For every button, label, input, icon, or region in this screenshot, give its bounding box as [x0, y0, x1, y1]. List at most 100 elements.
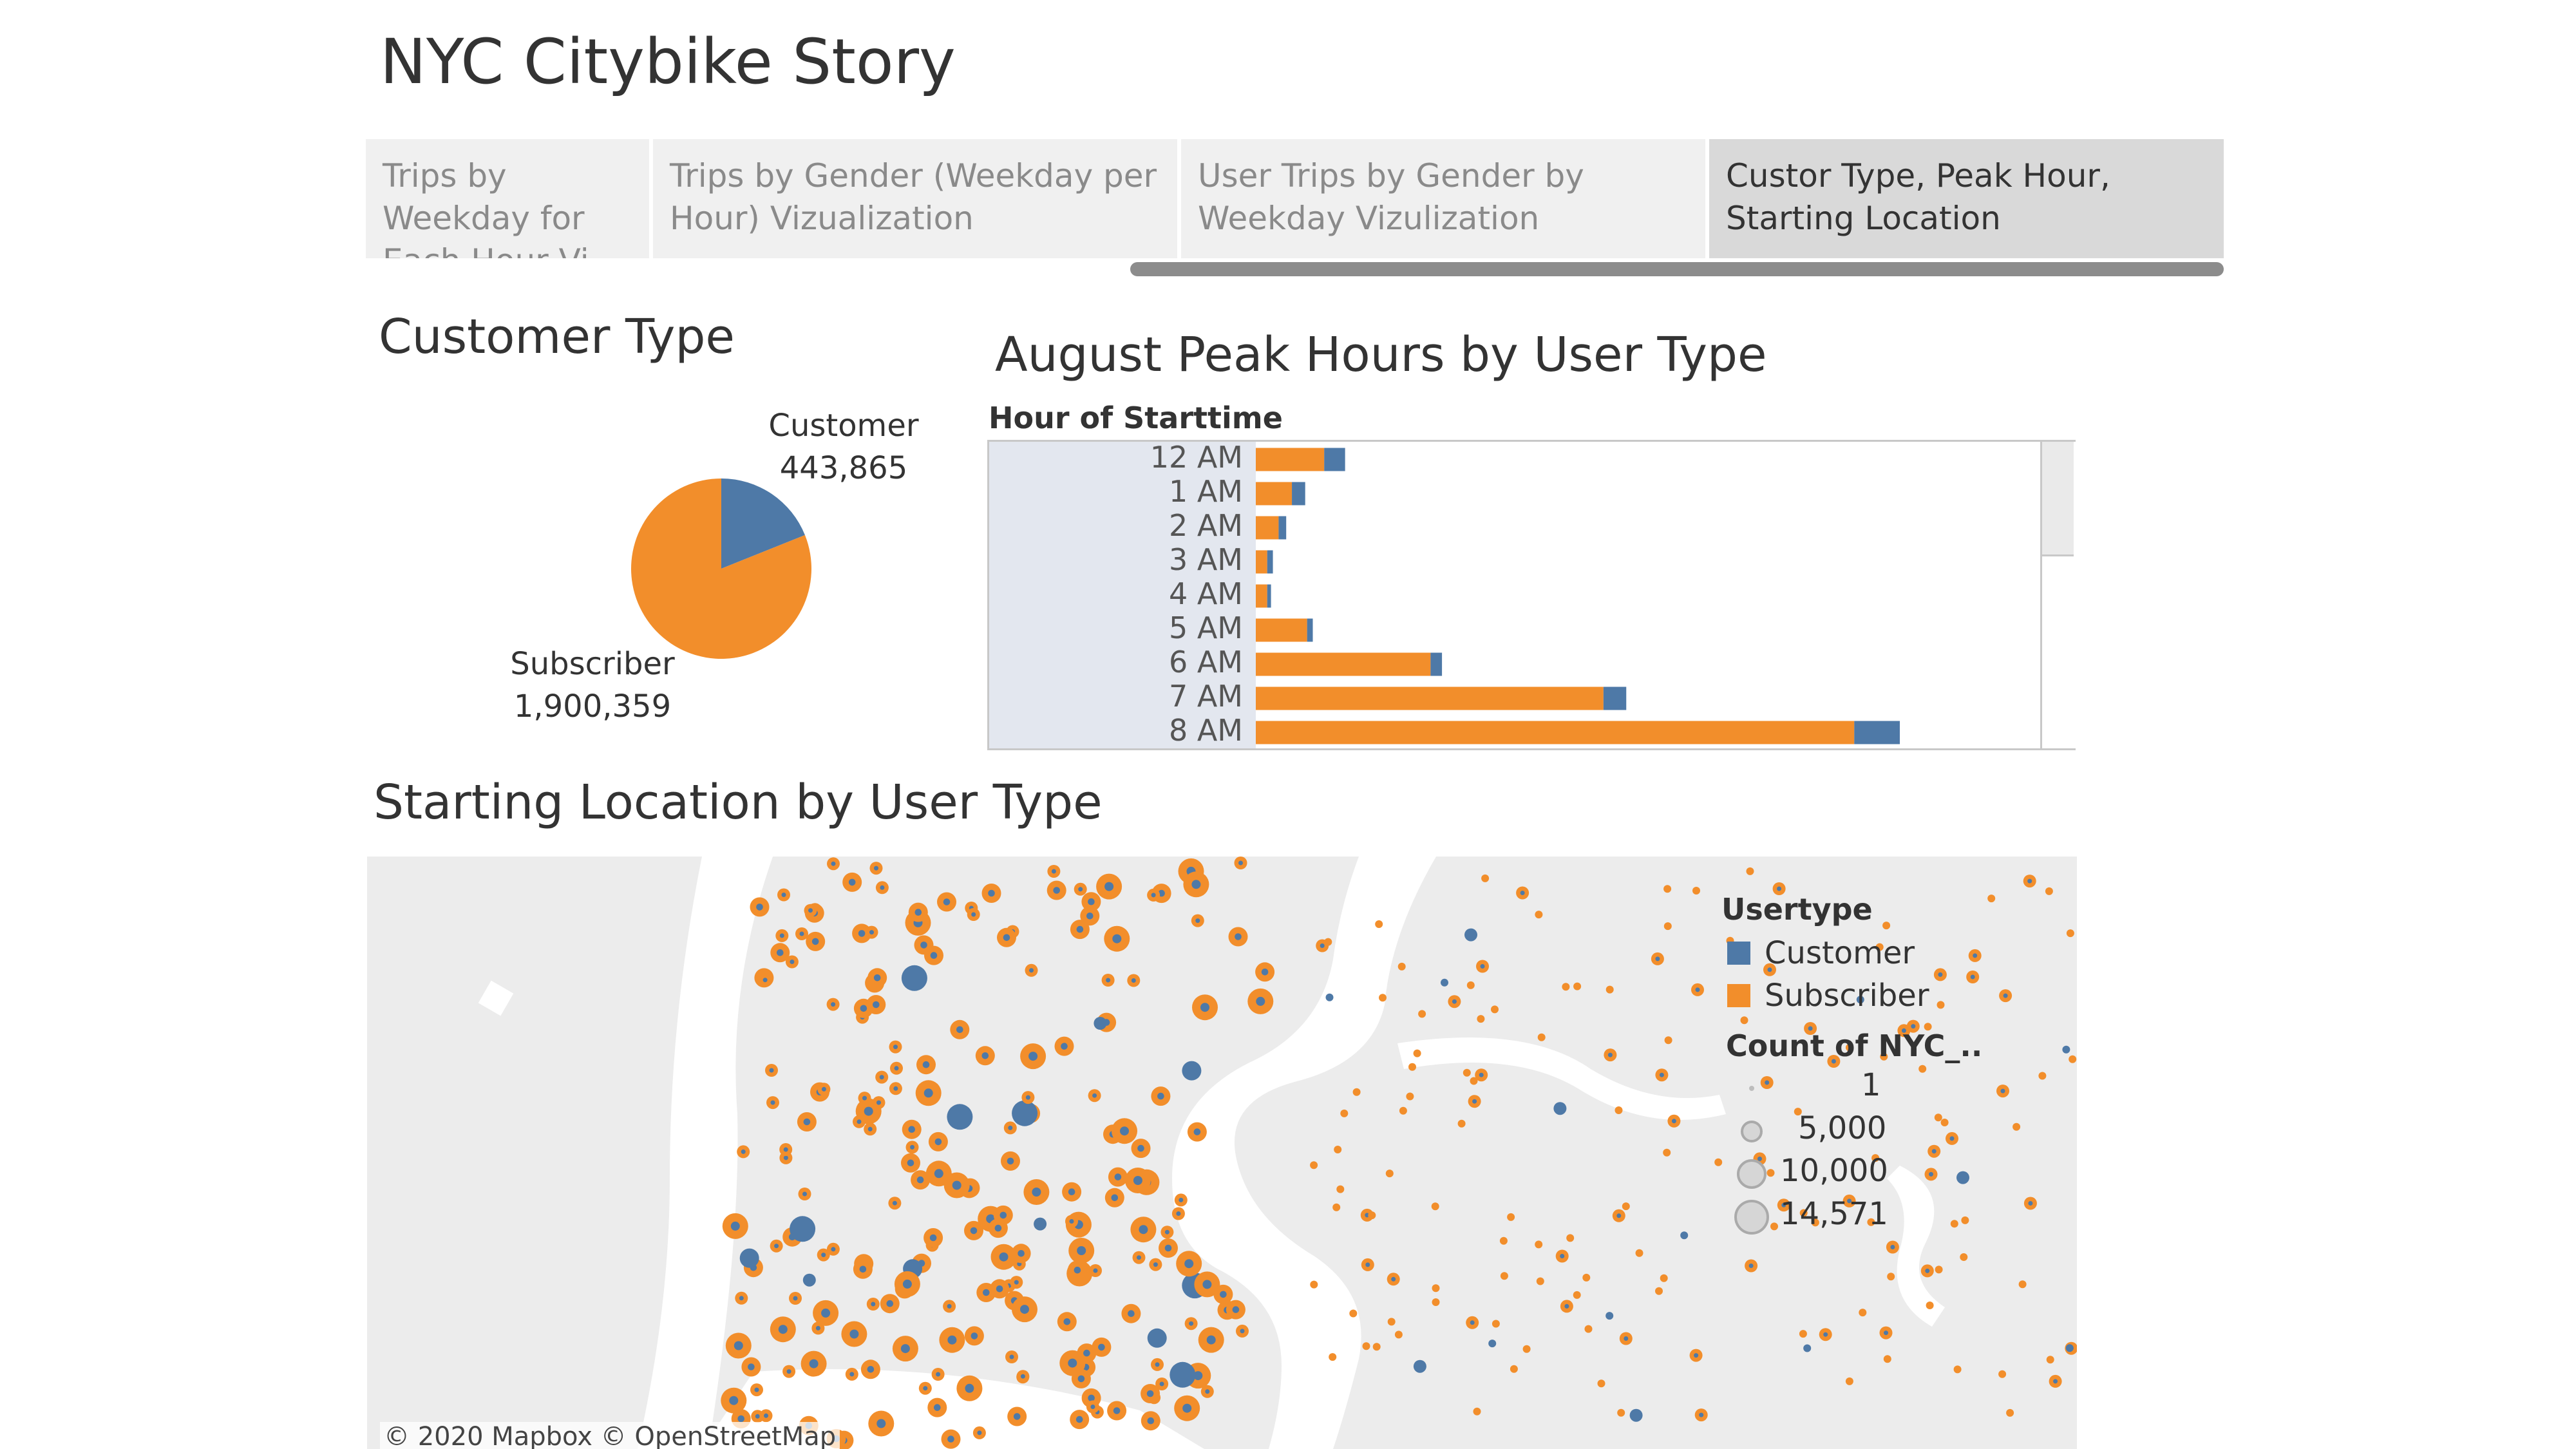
station-marker[interactable] [1522, 1345, 1531, 1353]
station-marker[interactable] [1375, 920, 1383, 928]
station-marker[interactable] [1510, 1365, 1518, 1373]
bar-customer[interactable] [1292, 482, 1305, 506]
station-marker[interactable] [1325, 993, 1334, 1001]
station-marker[interactable] [1310, 1161, 1318, 1170]
station-marker[interactable] [1573, 1291, 1581, 1299]
station-marker[interactable] [1349, 1309, 1358, 1318]
station-marker[interactable] [1463, 1068, 1471, 1077]
station-marker[interactable] [1431, 1202, 1439, 1211]
station-marker[interactable] [1937, 1001, 1945, 1009]
station-marker[interactable] [1584, 1325, 1593, 1333]
station-marker[interactable] [1635, 1249, 1643, 1257]
station-marker[interactable] [1655, 1287, 1663, 1295]
station-marker[interactable] [2046, 1356, 2054, 1364]
station-marker[interactable] [1413, 1049, 1421, 1057]
station-marker[interactable] [1332, 1203, 1341, 1211]
bar-customer[interactable] [1278, 516, 1287, 540]
station-marker[interactable] [1692, 887, 1700, 895]
station-marker[interactable] [1663, 885, 1672, 893]
station-marker[interactable] [1566, 1234, 1575, 1242]
station-marker[interactable] [1457, 1119, 1466, 1128]
station-marker[interactable] [1664, 1036, 1672, 1045]
bar-customer[interactable] [1603, 687, 1627, 710]
station-marker[interactable] [1714, 1158, 1723, 1166]
legend-customer-label[interactable]: Customer [1765, 935, 1915, 971]
station-marker[interactable] [1182, 1061, 1202, 1081]
bar-subscriber[interactable] [1256, 721, 1855, 744]
station-marker[interactable] [1953, 1365, 1962, 1374]
station-marker[interactable] [1147, 1328, 1167, 1348]
station-marker[interactable] [1845, 1377, 1853, 1385]
station-marker[interactable] [1961, 1216, 1969, 1224]
station-marker[interactable] [1663, 922, 1672, 931]
station-marker[interactable] [1582, 1273, 1591, 1282]
station-marker[interactable] [1605, 1312, 1614, 1320]
station-marker[interactable] [1562, 983, 1570, 991]
legend-customer-swatch[interactable] [1727, 942, 1750, 965]
station-marker[interactable] [1413, 1359, 1426, 1373]
station-marker[interactable] [1617, 1408, 1625, 1417]
station-marker[interactable] [2045, 887, 2053, 895]
station-marker[interactable] [901, 965, 927, 991]
station-marker[interactable] [1329, 1353, 1337, 1361]
station-marker[interactable] [1397, 962, 1406, 971]
station-marker[interactable] [1803, 1344, 1812, 1352]
story-scrollbar[interactable] [1130, 262, 2224, 276]
station-marker[interactable] [1170, 1361, 1196, 1388]
station-marker[interactable] [1950, 1220, 1958, 1228]
station-marker[interactable] [2038, 1072, 2047, 1080]
station-marker[interactable] [1597, 1379, 1605, 1388]
station-marker[interactable] [1481, 874, 1490, 882]
station-marker[interactable] [1012, 1100, 1038, 1126]
station-marker[interactable] [1334, 1146, 1342, 1153]
station-marker[interactable] [2069, 1055, 2077, 1063]
station-marker[interactable] [1094, 1017, 1107, 1030]
station-marker[interactable] [1368, 1211, 1376, 1220]
station-marker[interactable] [1935, 1265, 1943, 1274]
station-marker[interactable] [1399, 1106, 1407, 1115]
bar-customer[interactable] [1267, 550, 1273, 574]
station-marker[interactable] [1340, 1109, 1349, 1117]
station-marker[interactable] [1987, 895, 1996, 903]
station-marker[interactable] [2012, 1122, 2021, 1131]
station-marker[interactable] [1573, 982, 1582, 990]
station-marker[interactable] [1488, 1340, 1497, 1348]
station-marker[interactable] [1473, 1407, 1481, 1416]
station-marker[interactable] [1441, 978, 1448, 987]
station-marker[interactable] [1740, 1016, 1748, 1025]
bar-subscriber[interactable] [1256, 687, 1604, 710]
bar-customer[interactable] [1324, 448, 1345, 471]
bar-customer[interactable] [1267, 584, 1271, 608]
station-marker[interactable] [1859, 1309, 1867, 1317]
station-marker[interactable] [1926, 1302, 1934, 1309]
station-marker[interactable] [1418, 1010, 1426, 1018]
station-marker[interactable] [1491, 1005, 1499, 1014]
station-marker[interactable] [1940, 1119, 1949, 1126]
station-marker[interactable] [739, 1248, 759, 1268]
station-marker[interactable] [1394, 1331, 1403, 1339]
tab-trips-by-weekday[interactable]: Trips by Weekday for Each Hour Vi.. [366, 139, 649, 258]
station-marker[interactable] [1883, 1355, 1891, 1363]
station-marker[interactable] [1605, 985, 1614, 994]
legend-subscriber-swatch[interactable] [1727, 984, 1750, 1007]
station-marker[interactable] [1553, 1102, 1567, 1115]
station-marker[interactable] [1500, 1272, 1508, 1280]
bar-subscriber[interactable] [1256, 584, 1267, 608]
bar-subscriber[interactable] [1256, 618, 1307, 642]
station-marker[interactable] [1535, 1240, 1543, 1249]
station-marker[interactable] [1336, 1185, 1345, 1193]
bar-chart-scroll-thumb[interactable] [2042, 442, 2074, 556]
station-marker[interactable] [1477, 1015, 1485, 1023]
station-marker[interactable] [1362, 1342, 1370, 1350]
station-marker[interactable] [1615, 1106, 1623, 1114]
station-marker[interactable] [2065, 1344, 2074, 1352]
station-marker[interactable] [1385, 1170, 1394, 1178]
station-marker[interactable] [1507, 1213, 1515, 1221]
station-marker[interactable] [1372, 1343, 1381, 1351]
station-marker[interactable] [1432, 1284, 1440, 1293]
station-marker[interactable] [790, 1216, 816, 1242]
station-marker[interactable] [1882, 922, 1891, 930]
station-marker[interactable] [1887, 1273, 1895, 1281]
station-marker[interactable] [2066, 929, 2074, 938]
tab-trips-by-gender[interactable]: Trips by Gender (Weekday per Hour) Vizua… [653, 139, 1177, 258]
